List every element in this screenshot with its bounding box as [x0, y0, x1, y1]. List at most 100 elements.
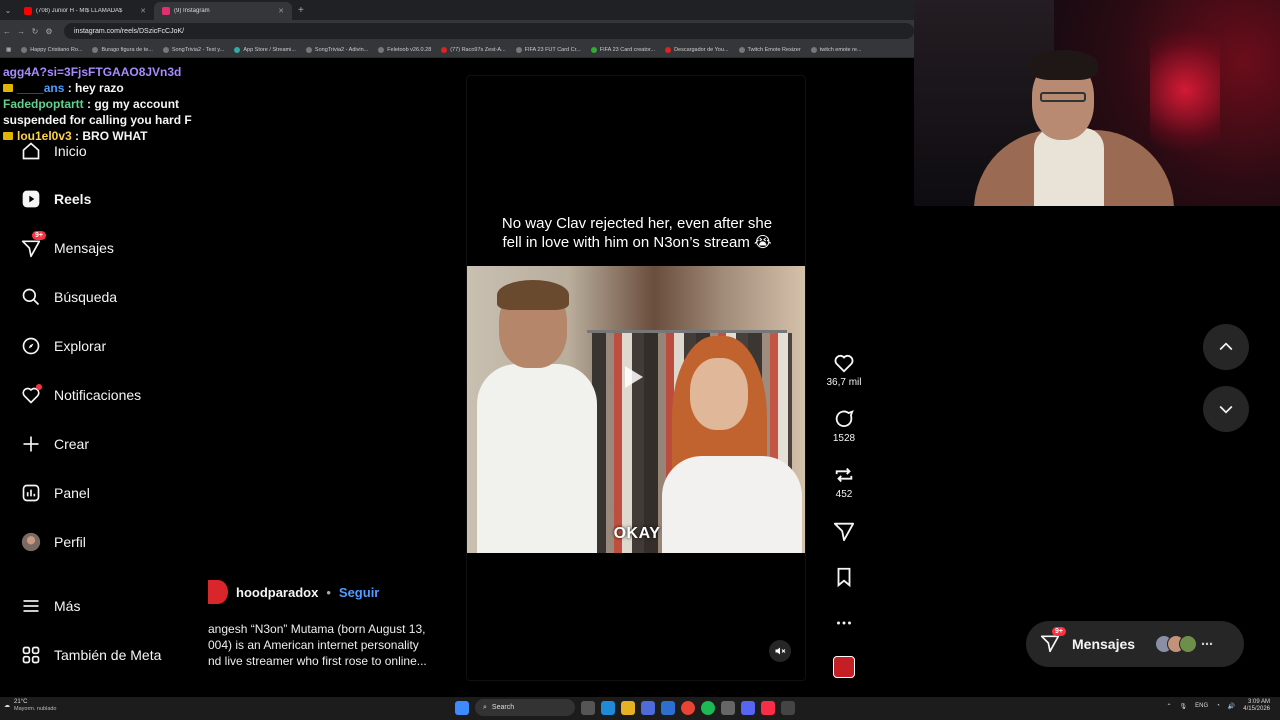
bookmark-favicon-icon	[234, 46, 241, 53]
chat-username: Fadedpoptartt	[3, 97, 84, 111]
task-view-icon[interactable]	[581, 700, 595, 715]
bookmark-item[interactable]: FIFA 23 FUT Card Cr...	[515, 46, 581, 53]
reel-player[interactable]: No way Clav rejected her, even after she…	[466, 75, 806, 681]
author-avatar[interactable]	[208, 580, 228, 604]
bookmark-favicon-icon	[590, 46, 597, 53]
sidebar-item-crear[interactable]: Crear	[20, 433, 89, 455]
video-person-left	[477, 280, 597, 553]
browser-tab-youtube[interactable]: (708) Junior H - MI$ LLAMADA$ ✕	[16, 2, 154, 20]
play-icon[interactable]	[625, 366, 643, 388]
mute-icon[interactable]	[769, 640, 791, 662]
app-icon[interactable]	[721, 700, 735, 715]
bookmarks-bar: ▦ Happy Cristiano Ro... Burago figura de…	[0, 42, 914, 58]
mail-icon[interactable]	[661, 700, 675, 715]
chat-badge-icon	[3, 132, 13, 140]
microphone-icon[interactable]: 🎙	[1180, 703, 1188, 710]
bookmark-item[interactable]: SongTrivia2 - Adivin...	[305, 46, 368, 53]
bookmark-favicon-icon	[162, 46, 169, 53]
sidebar-item-label: Perfil	[54, 534, 86, 550]
repost-button[interactable]: 452	[822, 464, 866, 500]
dashboard-icon	[20, 482, 42, 504]
spotify-icon[interactable]	[701, 700, 715, 715]
bookmark-item[interactable]: (77) Raco97s Zest-A...	[441, 46, 506, 53]
bookmark-item[interactable]: Burago figura de te...	[92, 46, 153, 53]
bookmark-favicon-icon	[810, 46, 817, 53]
share-button[interactable]	[822, 520, 866, 545]
edge-icon[interactable]	[601, 700, 615, 715]
sidebar-item-tambien-de-meta[interactable]: También de Meta	[20, 644, 161, 666]
clock[interactable]: 3:09 AM 4/15/2026	[1243, 699, 1270, 713]
app-icon[interactable]	[781, 700, 795, 715]
save-button[interactable]	[822, 566, 866, 591]
site-info-icon[interactable]: ⚙	[42, 27, 56, 36]
sidebar-item-label: Más	[54, 598, 81, 614]
taskbar-search[interactable]: ⌕ Search	[475, 699, 575, 716]
sidebar-item-perfil[interactable]: Perfil	[20, 531, 86, 553]
weather-temp: 21°C	[14, 699, 28, 705]
bookmark-item[interactable]: FIFA 23 Card creator...	[590, 46, 655, 53]
tab-search-icon[interactable]: ⌄	[0, 6, 16, 15]
bookmark-icon	[837, 567, 851, 588]
weather-widget[interactable]: ☁ 21°C Mayorm. nublado	[4, 699, 57, 713]
reel-description[interactable]: angesh “N3on” Mutama (born August 13, 00…	[208, 621, 438, 669]
forward-icon[interactable]: →	[14, 27, 28, 36]
author-username[interactable]: hoodparadox	[236, 585, 318, 600]
previous-reel-button[interactable]	[1203, 324, 1249, 370]
video-person-right	[652, 336, 802, 553]
chrome-icon[interactable]	[681, 700, 695, 715]
windows-start-icon[interactable]	[455, 700, 469, 715]
bookmark-item[interactable]: SongTrivia2 - Test y...	[162, 46, 224, 53]
sidebar-item-mensajes[interactable]: 9+ Mensajes	[20, 231, 114, 259]
volume-icon[interactable]: 🔊	[1228, 703, 1235, 710]
language-indicator[interactable]: ENG	[1195, 703, 1208, 709]
sidebar-item-notificaciones[interactable]: Notificaciones	[20, 384, 141, 406]
url-field[interactable]: instagram.com/reels/DSzicFcCJoK/	[64, 23, 914, 39]
stream-chat-overlay: agg4A?si=3FjsFTGAAO8JVn3d ____ans : hey …	[3, 64, 203, 144]
bookmark-item[interactable]: Descargador de You...	[665, 46, 729, 53]
bookmark-item[interactable]: App Store / Streami...	[234, 46, 296, 53]
sidebar-item-busqueda[interactable]: Búsqueda	[20, 286, 117, 308]
sidebar-item-explorar[interactable]: Explorar	[20, 335, 106, 357]
chat-badge-icon	[3, 84, 13, 92]
more-options-button[interactable]	[822, 612, 866, 637]
reload-icon[interactable]: ↻	[28, 27, 42, 36]
back-icon[interactable]: ←	[0, 27, 14, 36]
file-explorer-icon[interactable]	[621, 700, 635, 715]
webcam-overlay	[914, 0, 1280, 206]
sidebar-item-label: También de Meta	[54, 647, 162, 663]
sidebar-item-mas[interactable]: Más	[20, 595, 80, 617]
bookmark-favicon-icon	[441, 46, 448, 53]
chat-text: : BRO WHAT	[75, 129, 148, 143]
next-reel-button[interactable]	[1203, 386, 1249, 432]
bookmark-item[interactable]: Twitch Emote Resizer	[738, 46, 801, 53]
reel-video-frame[interactable]: OKAY	[467, 266, 805, 553]
bookmark-item[interactable]: Feletoob v26.0.28	[378, 46, 431, 53]
browser-tab-instagram[interactable]: (9) Instagram ✕	[154, 2, 292, 20]
chevron-up-icon[interactable]: ⌃	[1167, 703, 1172, 710]
reel-overlay-caption: No way Clav rejected her, even after she…	[501, 215, 773, 251]
wifi-icon[interactable]: ◔	[1216, 703, 1220, 709]
comment-button[interactable]: 1528	[822, 408, 866, 444]
follow-button[interactable]: Seguir	[339, 585, 379, 600]
messages-pill[interactable]: 9+ Mensajes ⋯	[1026, 621, 1244, 667]
like-count: 36,7 mil	[826, 377, 862, 388]
notification-dot	[36, 384, 42, 390]
apps-icon[interactable]: ▦	[6, 47, 11, 53]
more-icon	[837, 621, 851, 625]
discord-icon[interactable]	[741, 700, 755, 715]
close-tab-icon[interactable]: ✕	[278, 7, 284, 15]
messages-icon: 9+	[1040, 627, 1066, 655]
sidebar-item-reels[interactable]: Reels	[20, 188, 91, 210]
sidebar-item-panel[interactable]: Panel	[20, 482, 90, 504]
repost-icon	[835, 467, 853, 483]
bookmark-item[interactable]: Happy Cristiano Ro...	[21, 46, 82, 53]
bookmark-item[interactable]: twitch emote re...	[810, 46, 862, 53]
address-bar-row: ← → ↻ ⚙ instagram.com/reels/DSzicFcCJoK/	[0, 20, 914, 42]
close-tab-icon[interactable]: ✕	[140, 7, 146, 15]
new-tab-button[interactable]: +	[298, 5, 304, 16]
store-icon[interactable]	[641, 700, 655, 715]
reel-author: hoodparadox • Seguir	[208, 580, 379, 604]
audio-avatar[interactable]	[833, 656, 855, 678]
music-icon[interactable]	[761, 700, 775, 715]
like-button[interactable]: 36,7 mil	[822, 352, 866, 388]
